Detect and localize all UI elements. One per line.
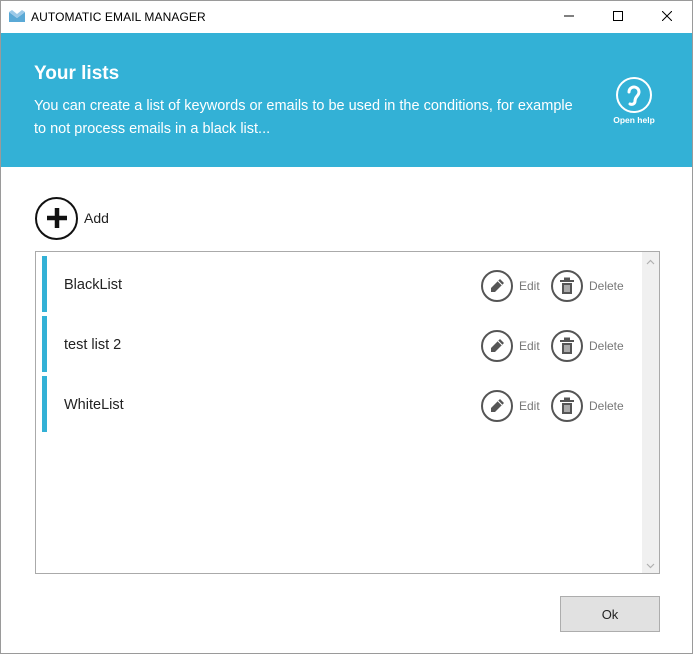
delete-button[interactable]: Delete — [551, 330, 624, 362]
scroll-up-button[interactable] — [642, 252, 659, 269]
pencil-icon — [481, 270, 513, 302]
pencil-icon — [481, 390, 513, 422]
edit-label: Edit — [519, 279, 540, 293]
delete-button[interactable]: Delete — [551, 270, 624, 302]
edit-button[interactable]: Edit — [481, 270, 540, 302]
maximize-button[interactable] — [595, 1, 641, 33]
edit-button[interactable]: Edit — [481, 390, 540, 422]
chevron-up-icon — [646, 252, 655, 270]
list-item-accent — [42, 256, 47, 312]
open-help-label: Open help — [613, 115, 655, 125]
edit-label: Edit — [519, 339, 540, 353]
delete-label: Delete — [589, 279, 624, 293]
delete-button[interactable]: Delete — [551, 390, 624, 422]
trash-icon — [551, 390, 583, 422]
app-window: AUTOMATIC EMAIL MANAGER Your lists You c… — [0, 0, 693, 654]
list-item-name: WhiteList — [64, 397, 124, 413]
list-item[interactable]: WhiteList Edit Delete — [42, 376, 638, 432]
page-title: Your lists — [34, 63, 120, 84]
list-item[interactable]: test list 2 Edit Delete — [42, 316, 638, 372]
vertical-scrollbar[interactable] — [642, 252, 659, 573]
add-label: Add — [84, 210, 109, 226]
plus-circle-icon — [35, 196, 78, 240]
trash-icon — [551, 330, 583, 362]
title-bar: AUTOMATIC EMAIL MANAGER — [1, 1, 692, 33]
lists-panel: BlackList Edit Delete test list 2 Edit D… — [35, 251, 660, 574]
minimize-icon — [564, 8, 574, 26]
window-title: AUTOMATIC EMAIL MANAGER — [31, 10, 206, 24]
header-banner: Your lists You can create a list of keyw… — [1, 33, 692, 167]
list-item-name: test list 2 — [64, 337, 122, 353]
open-help-button[interactable]: Open help — [606, 77, 662, 127]
chevron-down-icon — [646, 556, 655, 574]
list-item-accent — [42, 316, 47, 372]
envelope-icon — [9, 10, 25, 24]
help-icon — [616, 77, 652, 113]
trash-icon — [551, 270, 583, 302]
edit-label: Edit — [519, 399, 540, 413]
scroll-down-button[interactable] — [642, 556, 659, 573]
edit-button[interactable]: Edit — [481, 330, 540, 362]
minimize-button[interactable] — [546, 1, 592, 33]
list-item-name: BlackList — [64, 277, 123, 293]
delete-label: Delete — [589, 399, 624, 413]
list-item-accent — [42, 376, 47, 432]
delete-label: Delete — [589, 339, 624, 353]
pencil-icon — [481, 330, 513, 362]
page-description: You can create a list of keywords or ema… — [34, 98, 573, 137]
close-icon — [661, 8, 673, 26]
add-list-button[interactable]: Add — [35, 196, 109, 240]
maximize-icon — [613, 8, 623, 26]
ok-button[interactable]: Ok — [560, 596, 660, 632]
close-button[interactable] — [644, 1, 690, 33]
list-item[interactable]: BlackList Edit Delete — [42, 256, 638, 312]
